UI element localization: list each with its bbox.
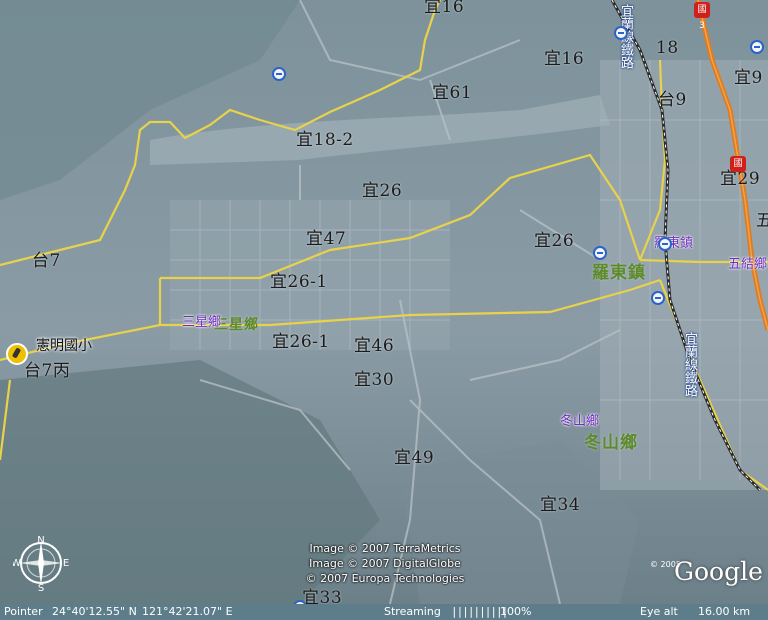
compass-w: W — [13, 558, 21, 569]
station-icon[interactable] — [658, 237, 672, 251]
road-label-yi16-top: 宜16 — [424, 0, 465, 17]
status-bar: Pointer 24°40'12.55" N 121°42'21.07" E S… — [0, 604, 768, 620]
compass-s: S — [38, 583, 44, 591]
pointer-latitude: 24°40'12.55" N — [52, 605, 137, 618]
road-label-yi47: 宜47 — [306, 229, 347, 249]
road-label-yi16: 宜16 — [544, 49, 585, 69]
placemark-label-school: 憲明國小 — [36, 338, 92, 354]
map-viewport[interactable]: 宜16 宜16 18 宜9 宜61 台9 宜18-2 宜26 宜29 宜47 宜… — [0, 0, 768, 604]
poi-label-sanxing: 三星鄉 — [182, 315, 222, 330]
road-label-yi34: 宜34 — [540, 495, 581, 515]
pointer-label: Pointer — [4, 605, 43, 618]
pointer-longitude: 121°42'21.07" E — [142, 605, 233, 618]
placemark-pin-icon[interactable] — [6, 343, 28, 365]
station-icon[interactable] — [614, 26, 628, 40]
station-icon[interactable] — [593, 246, 607, 260]
road-label-tai9: 台9 — [658, 90, 687, 110]
town-label-dongshan: 冬山鄉 — [584, 433, 638, 453]
road-label-yi46: 宜46 — [354, 336, 395, 356]
road-label-yi9: 宜9 — [734, 68, 763, 88]
highway-shield-top: 國 3 — [694, 2, 710, 31]
road-label-yi26-1-a: 宜26-1 — [270, 272, 328, 292]
poi-label-dongshan: 冬山鄉 — [560, 414, 600, 429]
streaming-percent: 100% — [500, 605, 532, 618]
road-label-yi49: 宜49 — [394, 448, 435, 468]
road-label-yi26-b: 宜26 — [534, 231, 575, 251]
google-logo: Google — [674, 557, 763, 586]
edge-label-right: 五 — [756, 211, 768, 231]
rail-label-bottom: 宜蘭線鐵路 — [682, 332, 697, 397]
copyright-line: Image © 2007 TerraMetrics — [309, 542, 461, 555]
highway-shield-mid: 國 — [730, 156, 746, 172]
compass-e: E — [63, 558, 69, 569]
road-label-yi33: 宜33 — [302, 588, 343, 604]
road-label-yi18: 18 — [656, 38, 679, 58]
copyright-line: Image © 2007 DigitalGlobe — [309, 557, 461, 570]
compass-icon[interactable]: N S E W — [13, 535, 69, 591]
streaming-label: Streaming — [384, 605, 441, 618]
poi-label-wujie: 五結鄉 — [728, 257, 768, 272]
copyright-line: © 2007 Europa Technologies — [305, 572, 465, 585]
compass-n: N — [37, 535, 44, 546]
road-label-yi26-a: 宜26 — [362, 181, 403, 201]
road-label-yi26-1-b: 宜26-1 — [272, 332, 330, 352]
road-label-tai7: 台7 — [32, 251, 61, 271]
copyright-notice: Image © 2007 TerraMetrics Image © 2007 D… — [280, 541, 490, 586]
streaming-progress: |||||||||| — [451, 605, 508, 618]
road-label-yi30: 宜30 — [354, 370, 395, 390]
road-label-tai7bing: 台7丙 — [24, 361, 71, 381]
road-label-yi18-2: 宜18-2 — [296, 130, 354, 150]
station-icon[interactable] — [750, 40, 764, 54]
road-label-yi61: 宜61 — [432, 83, 473, 103]
eye-altitude-value: 16.00 km — [698, 605, 751, 618]
station-icon[interactable] — [272, 67, 286, 81]
eye-altitude-label: Eye alt — [640, 605, 678, 618]
station-icon[interactable] — [651, 291, 665, 305]
town-label-luodong: 羅東鎮 — [592, 263, 646, 283]
